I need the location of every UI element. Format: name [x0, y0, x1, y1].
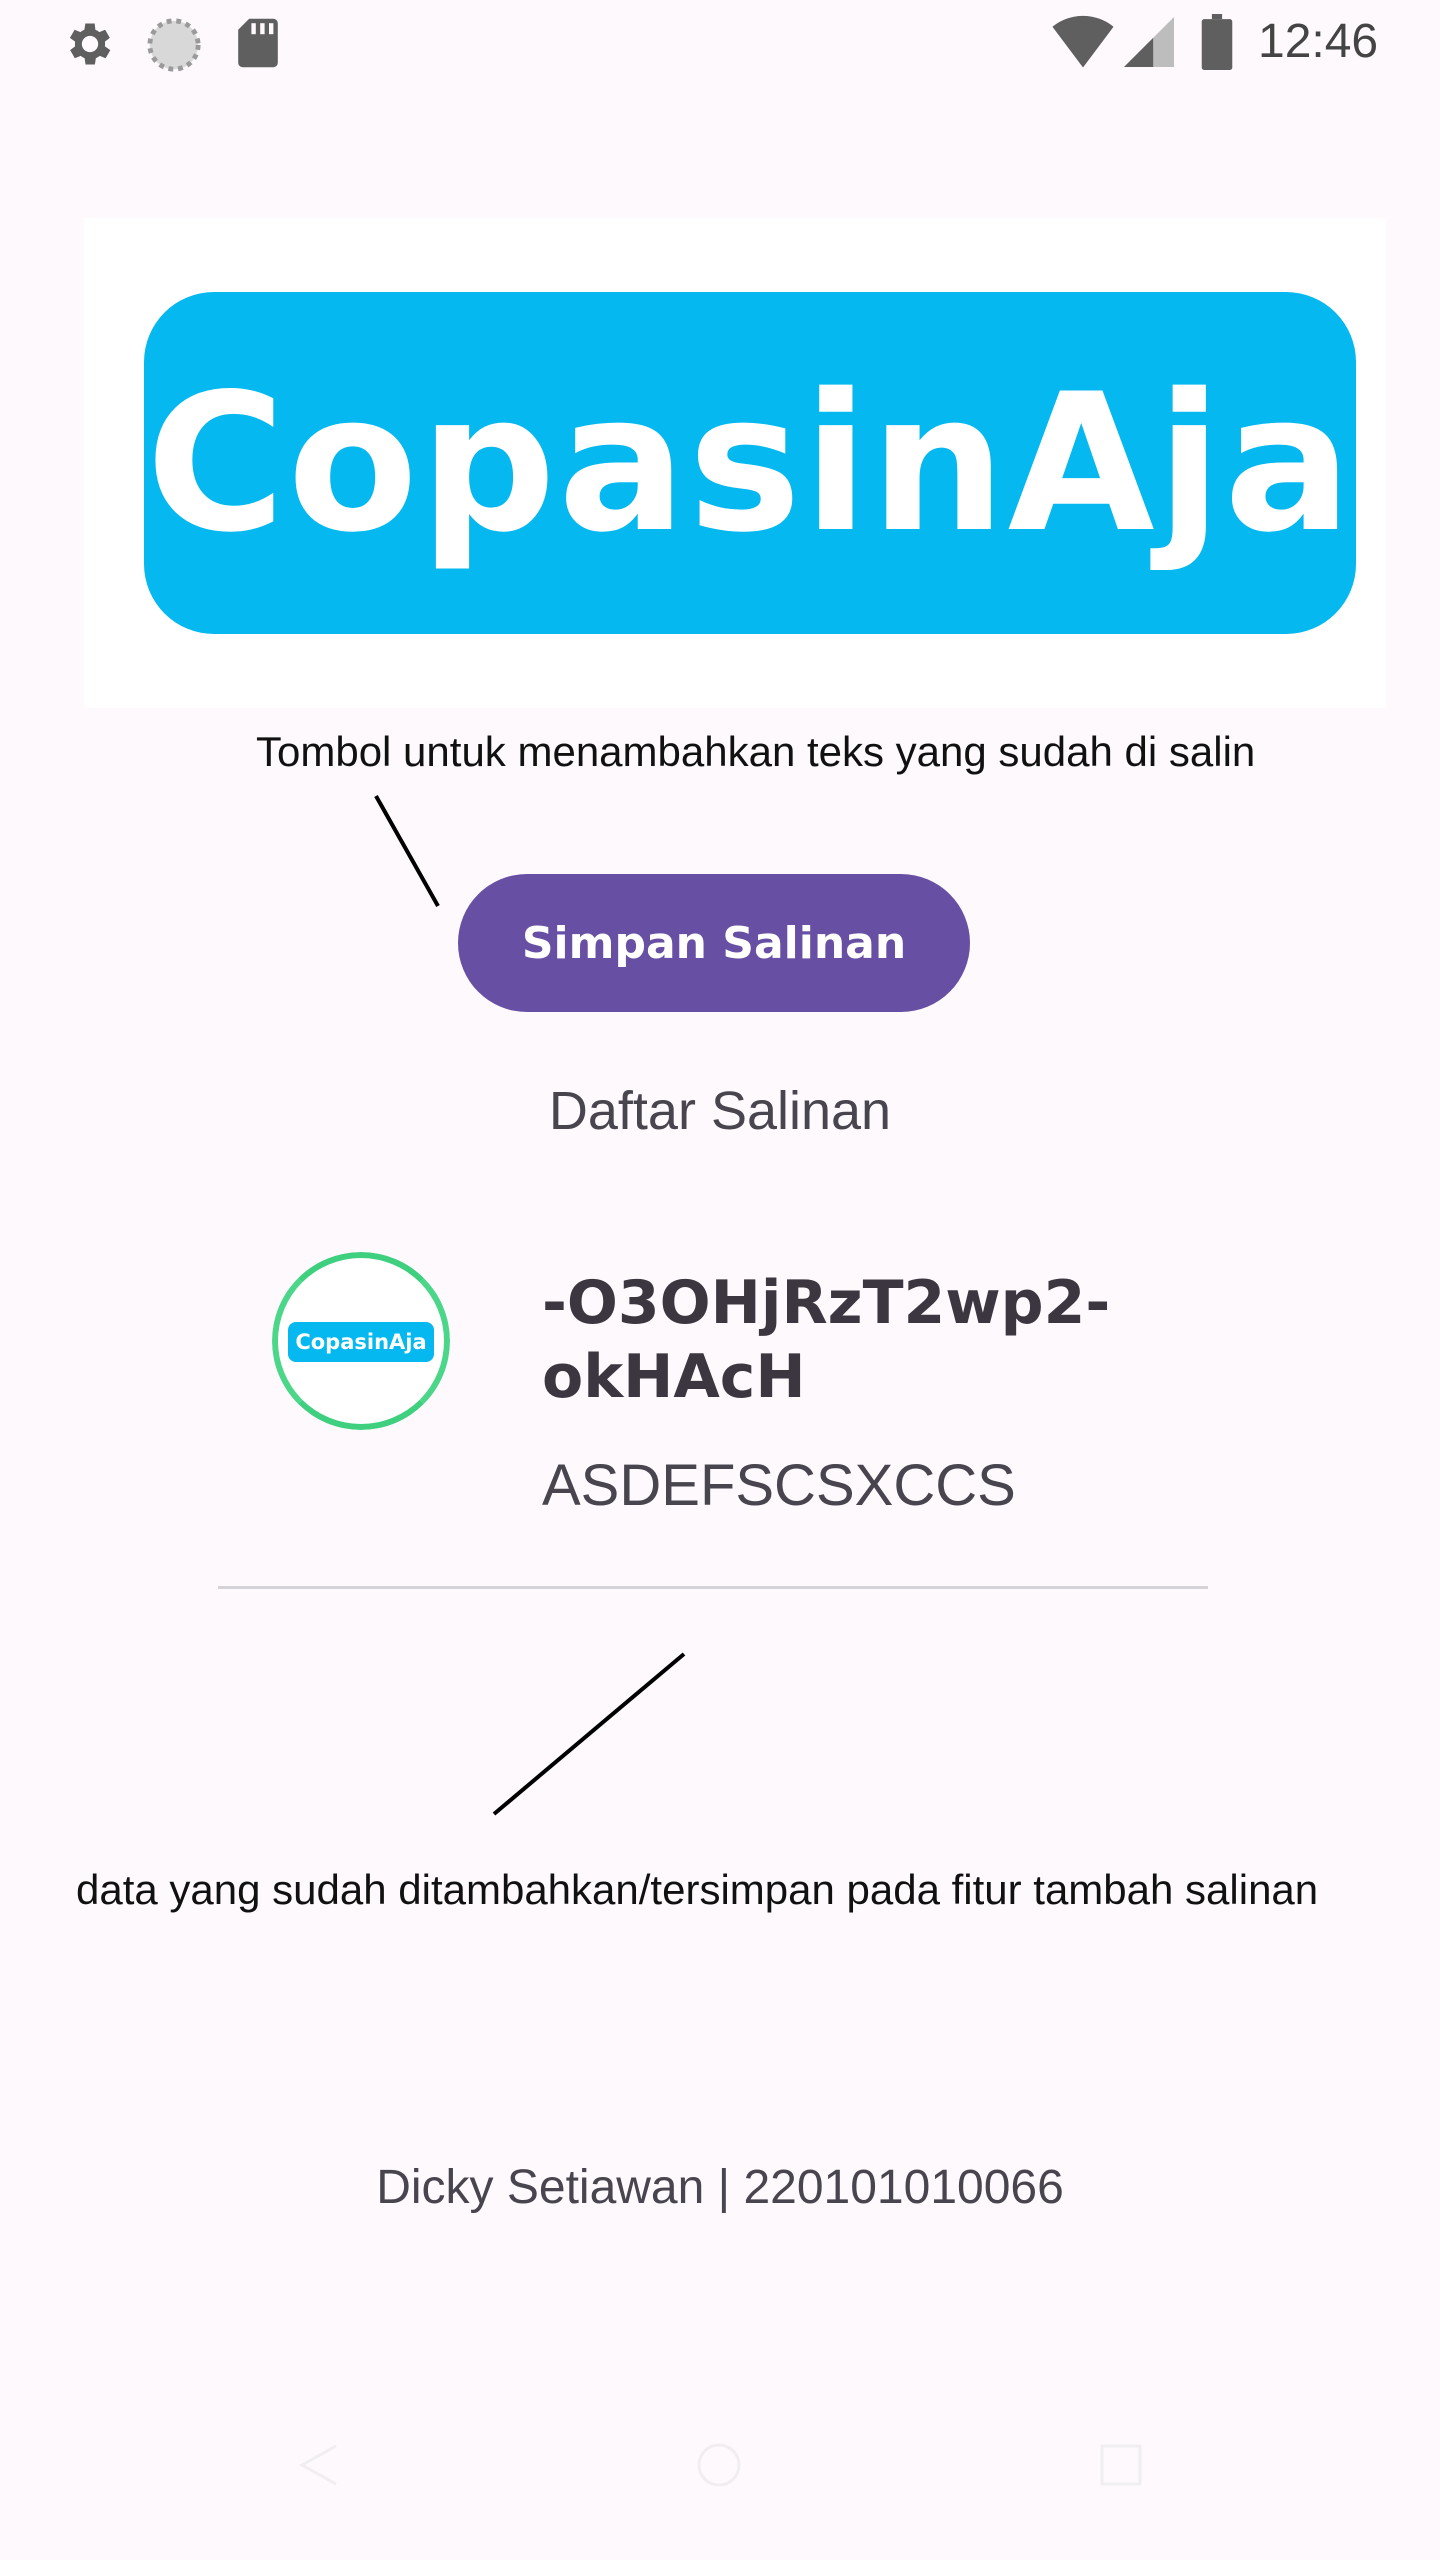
- item-title: -O3OHjRzT2wp2-okHAcH: [542, 1268, 1111, 1412]
- annotation-pointer-line: [374, 795, 440, 907]
- save-copy-button[interactable]: Simpan Salinan: [458, 874, 970, 1012]
- list-divider: [218, 1586, 1208, 1589]
- sd-card-icon: [238, 18, 278, 68]
- battery-icon: [1201, 14, 1233, 70]
- list-item[interactable]: CopasinAja -O3OHjRzT2wp2-okHAcH ASDEFSCS…: [220, 1240, 1220, 1600]
- annotation-button-hint: Tombol untuk menambahkan teks yang sudah…: [256, 728, 1256, 775]
- status-time: 12:46: [1258, 15, 1379, 68]
- sync-icon: [147, 18, 201, 72]
- item-avatar: CopasinAja: [272, 1252, 450, 1430]
- logo-pill: CopasinAja: [144, 292, 1356, 634]
- annotation-pointer-line-2: [492, 1652, 686, 1816]
- gear-icon: [69, 23, 111, 65]
- item-subtitle: ASDEFSCSXCCS: [542, 1453, 1016, 1518]
- app-logo-banner: CopasinAja: [84, 218, 1386, 708]
- back-icon[interactable]: [296, 2440, 346, 2490]
- status-bar: 12:46: [0, 0, 1440, 90]
- logo-text: CopasinAja: [145, 352, 1355, 574]
- navigation-bar: [0, 2440, 1440, 2560]
- avatar-logo-text: CopasinAja: [288, 1322, 434, 1362]
- home-icon[interactable]: [694, 2440, 744, 2490]
- signal-icon: [1124, 17, 1174, 67]
- annotation-data-hint: data yang sudah ditambahkan/tersimpan pa…: [76, 1866, 1319, 1913]
- footer-credit: Dicky Setiawan | 220101010066: [376, 2161, 1064, 2214]
- list-title: Daftar Salinan: [548, 1081, 892, 1141]
- wifi-icon: [1052, 15, 1114, 68]
- recents-icon[interactable]: [1096, 2440, 1146, 2490]
